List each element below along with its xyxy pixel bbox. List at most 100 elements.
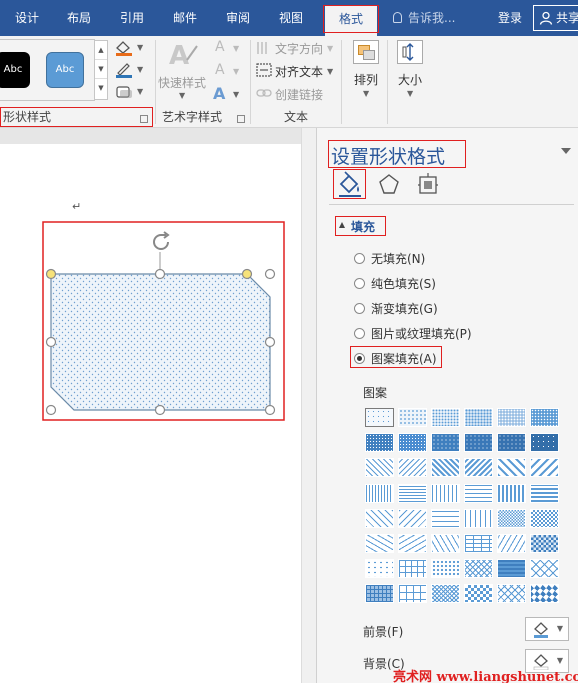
- gallery-scroller[interactable]: ▲ ▼ ▼: [94, 40, 108, 100]
- collapse-triangle-icon[interactable]: [339, 222, 345, 228]
- vertical-scrollbar[interactable]: [301, 128, 316, 683]
- text-effects-dropdown-icon[interactable]: ▼: [233, 90, 239, 99]
- radio-button[interactable]: [354, 328, 365, 339]
- text-effects-icon[interactable]: A: [213, 84, 225, 103]
- text-outline-icon[interactable]: A: [215, 62, 225, 78]
- shape-outline-icon[interactable]: [114, 62, 134, 78]
- login-button[interactable]: 登录: [498, 0, 522, 36]
- pattern-swatch[interactable]: [464, 534, 493, 553]
- shape-effects-dropdown-icon[interactable]: ▼: [137, 87, 143, 96]
- shape-effects-icon[interactable]: [114, 84, 134, 100]
- quick-styles-label[interactable]: 快速样式: [158, 74, 206, 91]
- pattern-swatch[interactable]: [365, 458, 394, 478]
- size-dropdown-icon[interactable]: ▼: [407, 89, 413, 98]
- pattern-swatch[interactable]: [497, 458, 526, 478]
- shape-outline-dropdown-icon[interactable]: ▼: [137, 65, 143, 74]
- tab-references[interactable]: 引用: [111, 0, 153, 36]
- tab-review[interactable]: 审阅: [217, 0, 259, 36]
- foreground-color-button[interactable]: ▼: [525, 617, 569, 641]
- pattern-swatch[interactable]: [398, 559, 427, 579]
- fill-line-tab-icon[interactable]: [335, 171, 365, 198]
- pattern-swatch[interactable]: [431, 483, 460, 503]
- align-text-icon[interactable]: [256, 63, 272, 77]
- pattern-swatch[interactable]: [497, 408, 526, 427]
- pattern-swatch[interactable]: [431, 458, 460, 478]
- effects-tab-icon[interactable]: [378, 173, 400, 195]
- create-link-icon[interactable]: [256, 87, 272, 99]
- share-button[interactable]: 共享: [533, 5, 578, 31]
- radio-button[interactable]: [354, 278, 365, 289]
- quick-styles-dropdown-icon[interactable]: ▼: [179, 91, 185, 100]
- snip-rectangle-shape[interactable]: [40, 220, 290, 426]
- tab-mailings[interactable]: 邮件: [164, 0, 206, 36]
- pattern-swatch[interactable]: [431, 584, 460, 604]
- shape-fill-dropdown-icon[interactable]: ▼: [137, 43, 143, 52]
- pattern-swatch[interactable]: [398, 584, 427, 604]
- pattern-swatch[interactable]: [530, 408, 559, 427]
- pattern-swatch[interactable]: [365, 433, 394, 453]
- pattern-swatch[interactable]: [365, 559, 394, 579]
- pattern-swatch[interactable]: [365, 534, 394, 553]
- gallery-down-icon[interactable]: ▼: [95, 60, 107, 79]
- pattern-swatch[interactable]: [365, 483, 394, 503]
- arrange-dropdown-icon[interactable]: ▼: [363, 89, 369, 98]
- arrange-label[interactable]: 排列: [354, 71, 378, 88]
- pattern-swatch[interactable]: [365, 584, 394, 604]
- gallery-up-icon[interactable]: ▲: [95, 41, 107, 60]
- layout-properties-tab-icon[interactable]: [417, 172, 439, 196]
- pattern-swatch[interactable]: [365, 508, 394, 528]
- pattern-swatch[interactable]: [398, 433, 427, 453]
- fill-section-header[interactable]: 填充: [351, 218, 375, 235]
- text-fill-dropdown-icon[interactable]: ▼: [233, 44, 239, 53]
- pattern-swatch[interactable]: [431, 534, 460, 553]
- size-label[interactable]: 大小: [398, 71, 422, 88]
- pattern-swatch[interactable]: [431, 408, 460, 427]
- wordart-launcher-icon[interactable]: [237, 115, 245, 123]
- align-text-label[interactable]: 对齐文本: [275, 63, 323, 80]
- radio-no-fill[interactable]: 无填充(N): [354, 250, 425, 266]
- text-direction-label[interactable]: 文字方向: [275, 40, 323, 57]
- tab-view[interactable]: 视图: [270, 0, 312, 36]
- tab-design[interactable]: 设计: [6, 0, 48, 36]
- pattern-swatch[interactable]: [431, 433, 460, 453]
- tell-me-search[interactable]: 告诉我...: [393, 0, 455, 36]
- tab-layout[interactable]: 布局: [58, 0, 100, 36]
- shape-fill-icon[interactable]: [114, 40, 134, 56]
- pane-options-icon[interactable]: [561, 148, 571, 154]
- pattern-swatch[interactable]: [398, 534, 427, 553]
- pattern-swatch[interactable]: [464, 584, 493, 604]
- pattern-swatch[interactable]: [497, 534, 526, 553]
- pattern-swatch[interactable]: [464, 458, 493, 478]
- arrange-icon[interactable]: [353, 40, 379, 64]
- pattern-swatch[interactable]: [497, 483, 526, 503]
- size-icon[interactable]: [397, 40, 423, 64]
- pattern-swatch[interactable]: [497, 559, 526, 579]
- radio-pattern-fill[interactable]: 图案填充(A): [354, 350, 437, 366]
- shape-style-dark[interactable]: Abc: [0, 52, 30, 88]
- pattern-swatch[interactable]: [365, 408, 394, 427]
- pattern-swatch[interactable]: [497, 433, 526, 453]
- pattern-swatch[interactable]: [464, 508, 493, 528]
- radio-picture-fill[interactable]: 图片或纹理填充(P): [354, 325, 472, 341]
- text-direction-icon[interactable]: [256, 41, 272, 55]
- text-direction-dropdown-icon[interactable]: ▼: [327, 44, 333, 53]
- pattern-swatch[interactable]: [464, 408, 493, 427]
- pattern-swatch[interactable]: [530, 483, 559, 503]
- shape-styles-launcher-icon[interactable]: [140, 115, 148, 123]
- pattern-swatch[interactable]: [398, 408, 427, 427]
- pattern-swatch[interactable]: [431, 508, 460, 528]
- radio-solid-fill[interactable]: 纯色填充(S): [354, 275, 436, 291]
- pattern-swatch[interactable]: [530, 508, 559, 528]
- pattern-swatch[interactable]: [530, 534, 559, 553]
- pattern-swatch[interactable]: [530, 584, 559, 604]
- radio-gradient-fill[interactable]: 渐变填充(G): [354, 300, 438, 316]
- pattern-swatch[interactable]: [464, 483, 493, 503]
- pattern-swatch[interactable]: [497, 584, 526, 604]
- radio-button[interactable]: [354, 253, 365, 264]
- shape-style-blue[interactable]: Abc: [46, 52, 84, 88]
- pattern-swatch[interactable]: [398, 483, 427, 503]
- pattern-swatch[interactable]: [530, 559, 559, 579]
- align-text-dropdown-icon[interactable]: ▼: [327, 67, 333, 76]
- create-link-label[interactable]: 创建链接: [275, 86, 323, 103]
- pattern-swatch[interactable]: [530, 433, 559, 453]
